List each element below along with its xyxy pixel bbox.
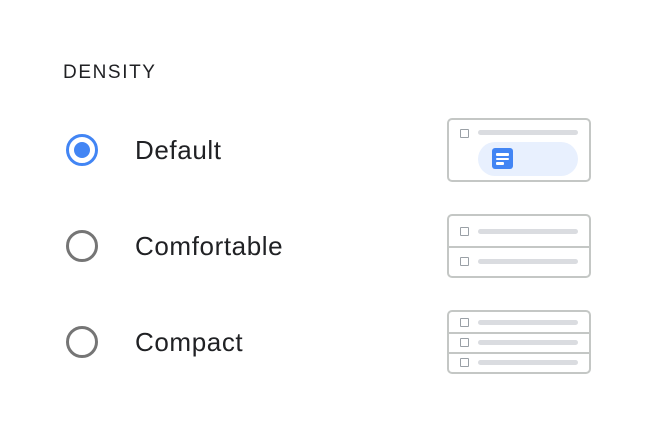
radio-button-default[interactable] (66, 134, 98, 166)
radio-button-comfortable[interactable] (66, 230, 98, 262)
density-option-compact[interactable]: Compact (63, 310, 603, 374)
text-line-placeholder (478, 229, 578, 234)
preview-row (449, 216, 589, 246)
checkbox-icon (460, 227, 469, 236)
checkbox-icon (460, 129, 469, 138)
density-option-default[interactable]: Default (63, 118, 603, 182)
text-line-placeholder (478, 340, 578, 345)
text-line-placeholder (478, 360, 578, 365)
preview-row (449, 246, 589, 276)
attachment-chip (478, 142, 578, 176)
preview-row (449, 352, 589, 372)
preview-compact (447, 310, 591, 374)
preview-row (449, 332, 589, 352)
option-label-default: Default (135, 135, 222, 165)
preview-row (449, 120, 589, 180)
checkbox-icon (460, 257, 469, 266)
density-heading: DENSITY (63, 62, 157, 83)
radio-button-compact[interactable] (66, 326, 98, 358)
text-line-placeholder (478, 130, 578, 135)
document-icon (492, 148, 513, 169)
text-line-placeholder (478, 320, 578, 325)
preview-default (447, 118, 591, 182)
density-option-comfortable[interactable]: Comfortable (63, 214, 603, 278)
checkbox-icon (460, 318, 469, 327)
option-label-compact: Compact (135, 327, 244, 357)
preview-comfortable (447, 214, 591, 278)
checkbox-icon (460, 358, 469, 367)
checkbox-icon (460, 338, 469, 347)
preview-row (449, 312, 589, 332)
option-label-comfortable: Comfortable (135, 231, 284, 261)
text-line-placeholder (478, 259, 578, 264)
density-settings-panel: DENSITY Default Comfortable Compact (0, 0, 655, 438)
